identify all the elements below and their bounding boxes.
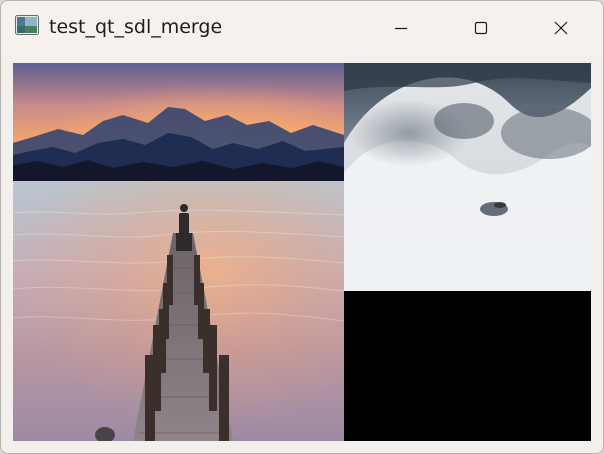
client-area (13, 63, 591, 441)
maximize-icon (474, 21, 488, 35)
minimize-icon (395, 27, 407, 30)
window-title: test_qt_sdl_merge (49, 16, 223, 38)
minimize-button[interactable] (371, 1, 431, 55)
snow-dunes-view[interactable] (344, 63, 591, 441)
app-window: test_qt_sdl_merge (0, 0, 604, 454)
snow-dunes-image (344, 63, 591, 441)
lake-pier-sunset-image (13, 63, 344, 441)
close-button[interactable] (531, 1, 591, 55)
app-window-icon (15, 15, 39, 35)
lake-pier-sunset-view[interactable] (13, 63, 344, 441)
maximize-button[interactable] (451, 1, 511, 55)
close-icon (554, 21, 568, 35)
title-bar[interactable]: test_qt_sdl_merge (1, 1, 603, 55)
